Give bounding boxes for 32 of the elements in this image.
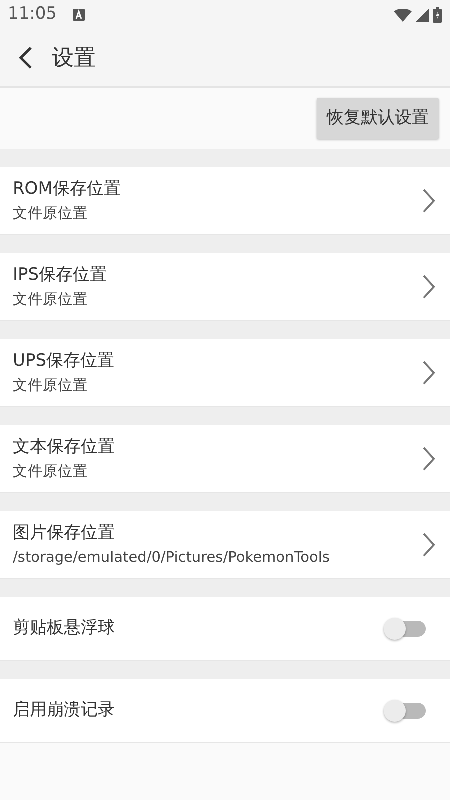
setting-value: 文件原位置 (13, 376, 89, 396)
wifi-icon (394, 8, 412, 22)
chevron-icon (422, 446, 436, 472)
setting-row[interactable]: ROM保存位置 文件原位置 (0, 167, 450, 235)
setting-row[interactable]: IPS保存位置 文件原位置 (0, 253, 450, 321)
setting-value: 文件原位置 (13, 290, 89, 310)
chevron-icon (422, 532, 436, 558)
chevron-icon (422, 188, 436, 214)
chevron-icon (422, 360, 436, 386)
chevron-icon (422, 274, 436, 300)
setting-value: 文件原位置 (13, 462, 89, 482)
setting-title: 文本保存位置 (13, 436, 116, 458)
setting-row[interactable]: UPS保存位置 文件原位置 (0, 339, 450, 407)
setting-value: 文件原位置 (13, 204, 89, 224)
setting-title: UPS保存位置 (13, 350, 116, 372)
toggle-switch[interactable] (386, 702, 426, 718)
toggle-switch[interactable] (386, 620, 426, 636)
setting-title: ROM保存位置 (13, 178, 122, 200)
status-time: 11:05 (8, 3, 57, 26)
setting-row[interactable]: 文本保存位置 文件原位置 (0, 425, 450, 493)
setting-title: 剪贴板悬浮球 (13, 617, 116, 640)
setting-value: /storage/emulated/0/Pictures/PokemonTools (13, 548, 331, 568)
page-title: 设置 (52, 44, 96, 72)
back-icon[interactable] (18, 46, 34, 70)
setting-title: IPS保存位置 (13, 264, 108, 286)
signal-icon (416, 8, 429, 22)
reset-button[interactable]: 恢复默认设置 (317, 98, 439, 140)
notification-icon (73, 9, 85, 21)
setting-row[interactable]: 图片保存位置 /storage/emulated/0/Pictures/PokemonTools (0, 511, 450, 579)
setting-title: 图片保存位置 (13, 522, 116, 544)
setting-title: 启用崩溃记录 (13, 699, 116, 722)
battery-icon (433, 7, 442, 23)
